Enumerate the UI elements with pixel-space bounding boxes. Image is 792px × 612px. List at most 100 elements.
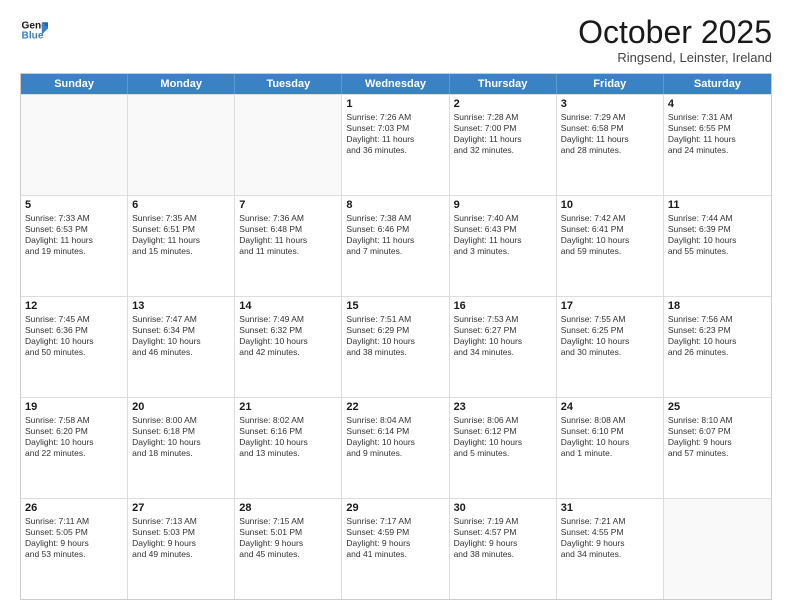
day-number: 24	[561, 401, 659, 413]
cal-cell: 28Sunrise: 7:15 AM Sunset: 5:01 PM Dayli…	[235, 499, 342, 599]
day-number: 20	[132, 401, 230, 413]
day-number: 13	[132, 300, 230, 312]
logo: General Blue	[20, 16, 48, 44]
day-header-friday: Friday	[557, 74, 664, 94]
cell-info: Sunrise: 7:58 AM Sunset: 6:20 PM Dayligh…	[25, 415, 123, 459]
cal-cell: 26 Sunrise: 7:11 AM Sunset: 5:05 PM Dayli…	[21, 499, 128, 599]
cal-cell: 7 Sunrise: 7:36 AM Sunset: 6:48 PM Daylig…	[235, 196, 342, 296]
cal-cell: 21Sunrise: 8:02 AM Sunset: 6:16 PM Dayli…	[235, 398, 342, 498]
day-number: 22	[346, 401, 444, 413]
cell-info: Sunrise: 7:35 AM Sunset: 6:51 PM Dayligh…	[132, 213, 230, 257]
location-subtitle: Ringsend, Leinster, Ireland	[578, 50, 772, 65]
day-number: 6	[132, 199, 230, 211]
calendar-row-5: 26 Sunrise: 7:11 AM Sunset: 5:05 PM Dayli…	[21, 498, 771, 599]
day-number: 31	[561, 502, 659, 514]
day-number: 7	[239, 199, 337, 211]
month-title: October 2025	[578, 16, 772, 48]
cal-cell: 1Sunrise: 7:26 AM Sunset: 7:03 PM Daylig…	[342, 95, 449, 195]
day-header-wednesday: Wednesday	[342, 74, 449, 94]
cal-cell: 11 Sunrise: 7:44 AM Sunset: 6:39 PM Dayli…	[664, 196, 771, 296]
cal-cell: 25 Sunrise: 8:10 AM Sunset: 6:07 PM Dayli…	[664, 398, 771, 498]
calendar-row-2: 5 Sunrise: 7:33 AM Sunset: 6:53 PM Daylig…	[21, 195, 771, 296]
day-number: 2	[454, 98, 552, 110]
cell-info: Sunrise: 7:42 AM Sunset: 6:41 PM Dayligh…	[561, 213, 659, 257]
cal-cell: 27 Sunrise: 7:13 AM Sunset: 5:03 PM Dayli…	[128, 499, 235, 599]
day-header-tuesday: Tuesday	[235, 74, 342, 94]
title-block: October 2025 Ringsend, Leinster, Ireland	[578, 16, 772, 65]
cal-cell: 3 Sunrise: 7:29 AM Sunset: 6:58 PM Daylig…	[557, 95, 664, 195]
cell-info: Sunrise: 7:55 AM Sunset: 6:25 PM Dayligh…	[561, 314, 659, 358]
header: General Blue October 2025 Ringsend, Lein…	[20, 16, 772, 65]
cell-info: Sunrise: 7:45 AM Sunset: 6:36 PM Dayligh…	[25, 314, 123, 358]
cell-info: Sunrise: 7:56 AM Sunset: 6:23 PM Dayligh…	[668, 314, 767, 358]
cell-info: Sunrise: 8:10 AM Sunset: 6:07 PM Dayligh…	[668, 415, 767, 459]
page: General Blue October 2025 Ringsend, Lein…	[0, 0, 792, 612]
cal-cell: 12Sunrise: 7:45 AM Sunset: 6:36 PM Dayli…	[21, 297, 128, 397]
cell-info: Sunrise: 7:29 AM Sunset: 6:58 PM Dayligh…	[561, 112, 659, 156]
cal-cell: 24 Sunrise: 8:08 AM Sunset: 6:10 PM Dayli…	[557, 398, 664, 498]
day-number: 15	[346, 300, 444, 312]
cell-info: Sunrise: 7:33 AM Sunset: 6:53 PM Dayligh…	[25, 213, 123, 257]
cell-info: Sunrise: 8:04 AM Sunset: 6:14 PM Dayligh…	[346, 415, 444, 459]
cal-cell: 14Sunrise: 7:49 AM Sunset: 6:32 PM Dayli…	[235, 297, 342, 397]
cal-cell: 8Sunrise: 7:38 AM Sunset: 6:46 PM Daylig…	[342, 196, 449, 296]
calendar-header: SundayMondayTuesdayWednesdayThursdayFrid…	[21, 74, 771, 94]
cell-info: Sunrise: 7:53 AM Sunset: 6:27 PM Dayligh…	[454, 314, 552, 358]
day-number: 30	[454, 502, 552, 514]
cell-info: Sunrise: 7:40 AM Sunset: 6:43 PM Dayligh…	[454, 213, 552, 257]
day-number: 21	[239, 401, 337, 413]
day-number: 18	[668, 300, 767, 312]
day-header-saturday: Saturday	[664, 74, 771, 94]
cal-cell: 4Sunrise: 7:31 AM Sunset: 6:55 PM Daylig…	[664, 95, 771, 195]
day-header-sunday: Sunday	[21, 74, 128, 94]
cell-info: Sunrise: 8:08 AM Sunset: 6:10 PM Dayligh…	[561, 415, 659, 459]
cal-cell	[235, 95, 342, 195]
day-number: 8	[346, 199, 444, 211]
cal-cell: 2 Sunrise: 7:28 AM Sunset: 7:00 PM Daylig…	[450, 95, 557, 195]
cal-cell: 19Sunrise: 7:58 AM Sunset: 6:20 PM Dayli…	[21, 398, 128, 498]
cell-info: Sunrise: 7:47 AM Sunset: 6:34 PM Dayligh…	[132, 314, 230, 358]
cal-cell: 10Sunrise: 7:42 AM Sunset: 6:41 PM Dayli…	[557, 196, 664, 296]
cell-info: Sunrise: 7:44 AM Sunset: 6:39 PM Dayligh…	[668, 213, 767, 257]
day-header-thursday: Thursday	[450, 74, 557, 94]
day-number: 9	[454, 199, 552, 211]
cal-cell: 30 Sunrise: 7:19 AM Sunset: 4:57 PM Dayli…	[450, 499, 557, 599]
day-number: 1	[346, 98, 444, 110]
day-number: 4	[668, 98, 767, 110]
cell-info: Sunrise: 7:51 AM Sunset: 6:29 PM Dayligh…	[346, 314, 444, 358]
cell-info: Sunrise: 7:11 AM Sunset: 5:05 PM Dayligh…	[25, 516, 123, 560]
calendar-body: 1Sunrise: 7:26 AM Sunset: 7:03 PM Daylig…	[21, 94, 771, 599]
calendar: SundayMondayTuesdayWednesdayThursdayFrid…	[20, 73, 772, 600]
day-number: 23	[454, 401, 552, 413]
day-number: 27	[132, 502, 230, 514]
cal-cell	[128, 95, 235, 195]
cell-info: Sunrise: 7:21 AM Sunset: 4:55 PM Dayligh…	[561, 516, 659, 560]
cell-info: Sunrise: 7:17 AM Sunset: 4:59 PM Dayligh…	[346, 516, 444, 560]
cell-info: Sunrise: 8:00 AM Sunset: 6:18 PM Dayligh…	[132, 415, 230, 459]
cal-cell: 18 Sunrise: 7:56 AM Sunset: 6:23 PM Dayli…	[664, 297, 771, 397]
cal-cell: 5 Sunrise: 7:33 AM Sunset: 6:53 PM Daylig…	[21, 196, 128, 296]
day-number: 3	[561, 98, 659, 110]
svg-text:Blue: Blue	[22, 31, 44, 42]
day-number: 11	[668, 199, 767, 211]
cell-info: Sunrise: 8:06 AM Sunset: 6:12 PM Dayligh…	[454, 415, 552, 459]
logo-icon: General Blue	[20, 16, 48, 44]
day-number: 29	[346, 502, 444, 514]
day-number: 5	[25, 199, 123, 211]
day-header-monday: Monday	[128, 74, 235, 94]
cell-info: Sunrise: 7:49 AM Sunset: 6:32 PM Dayligh…	[239, 314, 337, 358]
calendar-row-4: 19Sunrise: 7:58 AM Sunset: 6:20 PM Dayli…	[21, 397, 771, 498]
cell-info: Sunrise: 7:13 AM Sunset: 5:03 PM Dayligh…	[132, 516, 230, 560]
cal-cell: 22 Sunrise: 8:04 AM Sunset: 6:14 PM Dayli…	[342, 398, 449, 498]
cal-cell: 17Sunrise: 7:55 AM Sunset: 6:25 PM Dayli…	[557, 297, 664, 397]
day-number: 25	[668, 401, 767, 413]
cal-cell	[664, 499, 771, 599]
cal-cell: 29 Sunrise: 7:17 AM Sunset: 4:59 PM Dayli…	[342, 499, 449, 599]
cell-info: Sunrise: 7:19 AM Sunset: 4:57 PM Dayligh…	[454, 516, 552, 560]
cal-cell: 16 Sunrise: 7:53 AM Sunset: 6:27 PM Dayli…	[450, 297, 557, 397]
cal-cell	[21, 95, 128, 195]
cell-info: Sunrise: 7:28 AM Sunset: 7:00 PM Dayligh…	[454, 112, 552, 156]
cell-info: Sunrise: 7:36 AM Sunset: 6:48 PM Dayligh…	[239, 213, 337, 257]
day-number: 16	[454, 300, 552, 312]
day-number: 26	[25, 502, 123, 514]
